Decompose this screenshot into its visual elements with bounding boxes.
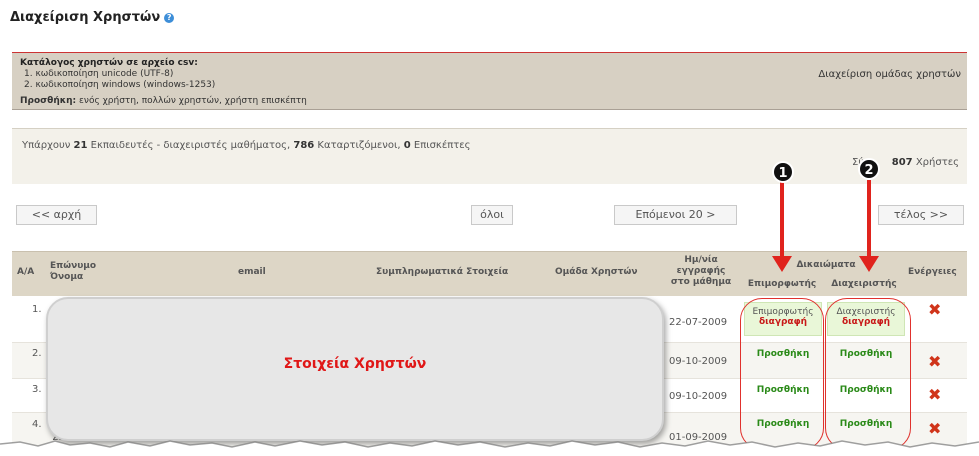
arrow-1 (772, 180, 792, 272)
marker-1-label: 1 (778, 166, 787, 181)
annotation-arrows: 1 2 (772, 158, 880, 272)
torn-edge (0, 440, 979, 456)
marker-2-label: 2 (864, 163, 873, 178)
arrow-2 (859, 180, 879, 272)
marker-1-icon: 1 (772, 161, 794, 183)
marker-2-icon: 2 (858, 158, 880, 180)
